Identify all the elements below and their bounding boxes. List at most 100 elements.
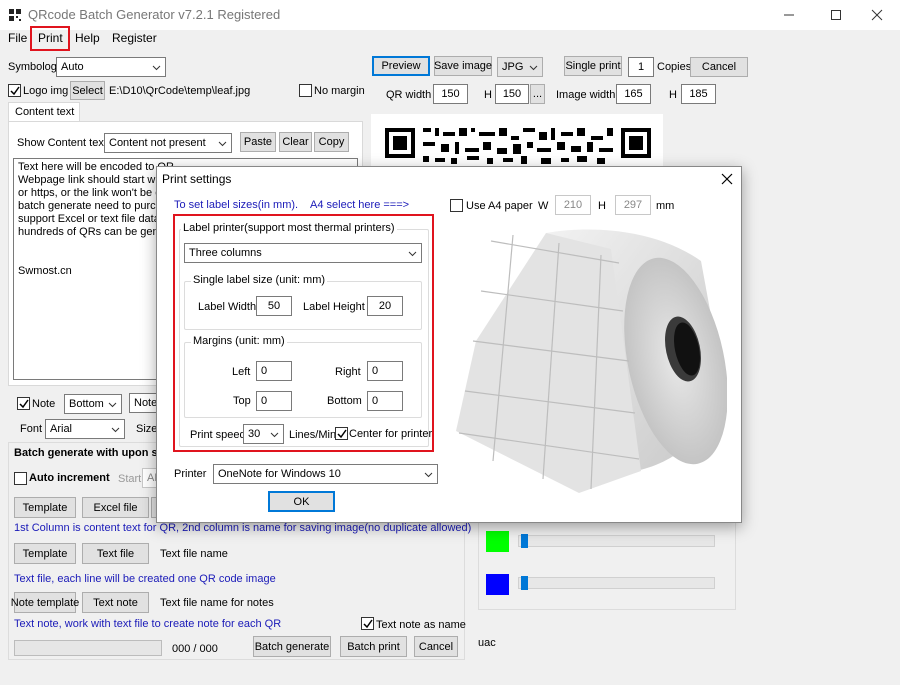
minimize-icon[interactable] bbox=[782, 8, 796, 22]
menu-print[interactable]: Print bbox=[38, 31, 63, 45]
margins-title: Margins (unit: mm) bbox=[191, 335, 287, 347]
note-position-value: Bottom bbox=[69, 398, 104, 410]
checkmark-icon bbox=[10, 86, 20, 96]
font-select[interactable]: Arial bbox=[45, 419, 125, 439]
text-file-button[interactable]: Text file bbox=[82, 543, 149, 564]
left-margin-input[interactable]: 0 bbox=[256, 361, 292, 381]
tab-content-text[interactable]: Content text bbox=[8, 102, 80, 122]
show-content-select[interactable]: Content not present bbox=[104, 133, 232, 153]
bottom-margin-label: Bottom bbox=[327, 395, 362, 407]
dialog-title: Print settings bbox=[162, 172, 232, 186]
maximize-icon[interactable] bbox=[829, 8, 843, 22]
note-template-button[interactable]: Note template bbox=[11, 592, 79, 613]
image-height-input[interactable]: 185 bbox=[681, 84, 716, 104]
note-hint: Text note, work with text file to create… bbox=[14, 618, 282, 630]
app-icon bbox=[8, 8, 22, 22]
progress-text: 000 / 000 bbox=[172, 643, 218, 655]
right-margin-input[interactable]: 0 bbox=[367, 361, 403, 381]
auto-increment-checkbox[interactable] bbox=[14, 472, 27, 485]
top-margin-input[interactable]: 0 bbox=[256, 391, 292, 411]
batch-generate-button[interactable]: Batch generate bbox=[253, 636, 331, 657]
paste-button[interactable]: Paste bbox=[240, 132, 276, 152]
qr-width-input[interactable]: 150 bbox=[433, 84, 468, 104]
no-margin-checkbox[interactable] bbox=[299, 84, 312, 97]
close-icon[interactable] bbox=[870, 8, 884, 22]
use-a4-checkbox[interactable] bbox=[450, 199, 463, 212]
chevron-down-icon bbox=[270, 432, 279, 438]
label-height-input[interactable]: 20 bbox=[367, 296, 403, 316]
symbology-select[interactable]: Auto bbox=[56, 57, 166, 77]
text-note-as-name-label: Text note as name bbox=[376, 619, 466, 631]
auto-increment-label: Auto increment bbox=[29, 472, 110, 484]
chevron-down-icon bbox=[529, 65, 538, 71]
chevron-down-icon bbox=[424, 472, 433, 478]
template-text-button[interactable]: Template bbox=[14, 543, 76, 564]
logo-path: E:\D10\QrCode\temp\leaf.jpg bbox=[109, 85, 251, 97]
text-hint: Text file, each line will be created one… bbox=[14, 573, 276, 585]
note-checkbox[interactable] bbox=[17, 397, 30, 410]
a4-width-input[interactable]: 210 bbox=[555, 195, 591, 215]
batch-cancel-button[interactable]: Cancel bbox=[414, 636, 458, 657]
format-value: JPG bbox=[502, 61, 524, 73]
copies-label: Copies bbox=[657, 61, 692, 73]
columns-select[interactable]: Three columns bbox=[184, 243, 422, 263]
logo-img-checkbox[interactable] bbox=[8, 84, 21, 97]
qr-code-image bbox=[385, 128, 651, 164]
close-icon[interactable] bbox=[720, 172, 734, 186]
batch-title: Batch generate with upon se bbox=[14, 447, 164, 459]
center-for-printer-checkbox[interactable] bbox=[335, 427, 348, 440]
right-margin-label: Right bbox=[335, 366, 361, 378]
text-note-button[interactable]: Text note bbox=[82, 592, 149, 613]
label-roll-image bbox=[451, 221, 728, 497]
font-label: Font bbox=[20, 423, 43, 435]
checkmark-icon bbox=[337, 429, 347, 439]
lines-min-label: Lines/Min bbox=[289, 429, 337, 441]
printer-value: OneNote for Windows 10 bbox=[218, 468, 341, 480]
more-options-button[interactable]: ... bbox=[530, 84, 545, 104]
bottom-margin-input[interactable]: 0 bbox=[367, 391, 403, 411]
left-margin-label: Left bbox=[232, 366, 251, 378]
qr-h-label: H bbox=[484, 89, 492, 101]
printer-select[interactable]: OneNote for Windows 10 bbox=[213, 464, 438, 484]
chevron-down-icon bbox=[108, 402, 117, 408]
cancel-button[interactable]: Cancel bbox=[690, 57, 748, 77]
chevron-down-icon bbox=[111, 427, 120, 433]
label-width-input[interactable]: 50 bbox=[256, 296, 292, 316]
uac-label: uac bbox=[478, 637, 496, 649]
top-margin-label: Top bbox=[233, 395, 251, 407]
preview-button[interactable]: Preview bbox=[372, 56, 430, 76]
a4-height-input[interactable]: 297 bbox=[615, 195, 651, 215]
print-settings-dialog: Print settings To set label sizes(in mm)… bbox=[156, 166, 742, 523]
no-margin-label: No margin bbox=[314, 85, 365, 97]
menu-help[interactable]: Help bbox=[75, 31, 100, 45]
note-position-select[interactable]: Bottom bbox=[64, 394, 122, 414]
select-logo-button[interactable]: Select bbox=[70, 81, 105, 100]
excel-file-button[interactable]: Excel file bbox=[82, 497, 149, 518]
text-file-name: Text file name bbox=[160, 548, 228, 560]
menu-register[interactable]: Register bbox=[112, 31, 157, 45]
qr-preview bbox=[371, 114, 663, 170]
qr-height-input[interactable]: 150 bbox=[495, 84, 529, 104]
tab-content-text-label: Content text bbox=[15, 106, 75, 118]
image-width-input[interactable]: 165 bbox=[616, 84, 651, 104]
single-print-button[interactable]: Single print bbox=[564, 56, 622, 76]
batch-print-button[interactable]: Batch print bbox=[340, 636, 407, 657]
image-width-label: Image width bbox=[556, 89, 616, 101]
copy-button[interactable]: Copy bbox=[314, 132, 349, 152]
clear-button[interactable]: Clear bbox=[279, 132, 312, 152]
menu-file[interactable]: File bbox=[8, 31, 27, 45]
a4-h-label: H bbox=[598, 200, 606, 212]
print-speed-select[interactable]: 30 bbox=[243, 424, 284, 444]
checkmark-icon bbox=[363, 619, 373, 629]
template-excel-button[interactable]: Template bbox=[14, 497, 76, 518]
columns-value: Three columns bbox=[189, 247, 262, 259]
set-label-hint: To set label sizes(in mm). bbox=[174, 199, 299, 211]
ok-button[interactable]: OK bbox=[268, 491, 335, 512]
label-width-label: Label Width bbox=[198, 301, 257, 313]
text-note-as-name-checkbox[interactable] bbox=[361, 617, 374, 630]
print-speed-value: 30 bbox=[248, 428, 261, 440]
save-image-button[interactable]: Save image bbox=[434, 56, 492, 76]
batch-progress-bar bbox=[14, 640, 162, 656]
copies-input[interactable]: 1 bbox=[628, 57, 654, 77]
format-select[interactable]: JPG bbox=[497, 57, 543, 77]
